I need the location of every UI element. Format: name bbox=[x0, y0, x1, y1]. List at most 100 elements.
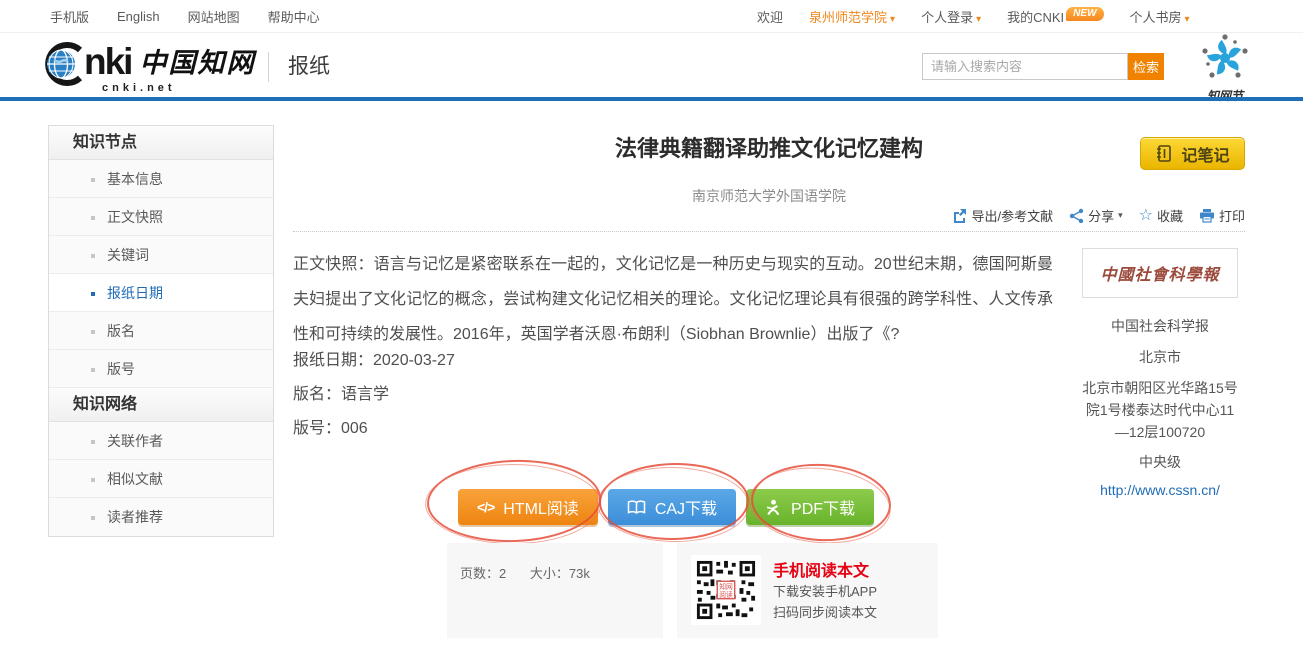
html-read-button[interactable]: </> HTML阅读 bbox=[458, 489, 598, 525]
my-cnki-link[interactable]: 我的CNKINEW bbox=[1007, 7, 1103, 27]
file-info-box: 页数：2 大小：73k bbox=[447, 543, 663, 638]
publication-address: 北京市朝阳区光华路15号院1号楼泰达时代中心11—12层100720 bbox=[1082, 377, 1238, 443]
link-english[interactable]: English bbox=[117, 9, 160, 24]
sidebar-item-label: 相似文献 bbox=[107, 471, 163, 487]
search-input[interactable] bbox=[922, 53, 1128, 80]
topbar-left-links: 手机版 English 网站地图 帮助中心 bbox=[50, 0, 320, 33]
publication-level: 中央级 bbox=[1082, 452, 1238, 472]
chevron-down-icon: ▾ bbox=[1118, 210, 1123, 221]
printer-icon bbox=[1199, 208, 1215, 223]
sidebar-item-basic-info[interactable]: 基本信息 bbox=[49, 160, 273, 198]
sidebar-item-similar-documents[interactable]: 相似文献 bbox=[49, 460, 273, 498]
topbar-right-links: 欢迎 泉州师范学院▾ 个人登录▾ 我的CNKINEW 个人书房▾ bbox=[757, 0, 1190, 33]
header-search: 检索 bbox=[922, 53, 1164, 80]
institution-name: 泉州师范学院 bbox=[809, 10, 887, 25]
bullet-icon bbox=[91, 178, 95, 182]
article-meta: 报纸日期：2020-03-27 版名：语言学 版号：006 bbox=[293, 344, 455, 446]
sidebar-item-label: 版号 bbox=[107, 361, 135, 377]
bullet-icon bbox=[91, 216, 95, 220]
zhiwangjie-logo[interactable]: 知网节 bbox=[1196, 34, 1254, 104]
sidebar-item-label: 关联作者 bbox=[107, 433, 163, 449]
export-label: 导出/参考文献 bbox=[971, 206, 1053, 225]
sidebar-section-knowledge-node: 知识节点 bbox=[49, 126, 273, 160]
caj-download-button[interactable]: CAJ下载 bbox=[608, 489, 736, 525]
code-icon: </> bbox=[477, 499, 494, 515]
article-title: 法律典籍翻译助推文化记忆建构 bbox=[293, 131, 1245, 163]
mobile-read-box: 知网 阅读 手机阅读本文 下载安装手机APP 扫码同步阅读本文 bbox=[677, 543, 938, 638]
share-button[interactable]: 分享 ▾ bbox=[1069, 206, 1123, 225]
sidebar-navigation: 知识节点 基本信息 正文快照 关键词 报纸日期 版名 版号 知识网络 关联作者 … bbox=[48, 125, 274, 537]
publication-website-link[interactable]: http://www.cssn.cn/ bbox=[1082, 482, 1238, 498]
chevron-down-icon: ▾ bbox=[976, 14, 981, 25]
download-actions: </> HTML阅读 CAJ下载 PDF下载 bbox=[458, 489, 874, 525]
zhiwangjie-label: 知网节 bbox=[1196, 87, 1254, 104]
personal-login-menu[interactable]: 个人登录▾ bbox=[921, 7, 981, 26]
sidebar-item-edition-name[interactable]: 版名 bbox=[49, 312, 273, 350]
personal-library-label: 个人书房 bbox=[1130, 10, 1182, 25]
header-divider bbox=[268, 52, 269, 82]
search-button[interactable]: 检索 bbox=[1128, 53, 1164, 80]
sidebar-item-reader-recommendation[interactable]: 读者推荐 bbox=[49, 498, 273, 536]
publication-name: 中国社会科学报 bbox=[1082, 316, 1238, 336]
bullet-icon bbox=[91, 440, 95, 444]
qr-code: 知网 阅读 bbox=[691, 555, 761, 625]
publication-info-column: 中國社會科學報 中国社会科学报 北京市 北京市朝阳区光华路15号院1号楼泰达时代… bbox=[1082, 248, 1238, 498]
caj-download-label: CAJ下载 bbox=[655, 495, 717, 519]
pdf-person-icon bbox=[765, 499, 782, 516]
cnki-newspaper-detail-page: 手机版 English 网站地图 帮助中心 欢迎 泉州师范学院▾ 个人登录▾ 我… bbox=[0, 0, 1303, 660]
pinwheel-icon bbox=[1199, 34, 1251, 84]
logo-nki-text: nki bbox=[84, 42, 131, 82]
link-mobile-version[interactable]: 手机版 bbox=[50, 7, 89, 26]
sidebar-item-edition-number[interactable]: 版号 bbox=[49, 350, 273, 388]
bullet-icon bbox=[91, 478, 95, 482]
bullet-icon bbox=[91, 368, 95, 372]
sidebar-item-keywords[interactable]: 关键词 bbox=[49, 236, 273, 274]
mobile-read-line2: 扫码同步阅读本文 bbox=[773, 602, 877, 623]
new-badge: NEW bbox=[1066, 7, 1103, 21]
personal-library-menu[interactable]: 个人书房▾ bbox=[1130, 7, 1190, 26]
mobile-read-title: 手机阅读本文 bbox=[773, 557, 877, 581]
html-read-label: HTML阅读 bbox=[503, 495, 579, 519]
favorite-button[interactable]: ☆ 收藏 bbox=[1139, 206, 1183, 225]
sidebar-item-label: 报纸日期 bbox=[107, 285, 163, 301]
sidebar-item-newspaper-date[interactable]: 报纸日期 bbox=[49, 274, 273, 312]
page-count: 页数：2 bbox=[460, 566, 506, 581]
bullet-icon bbox=[91, 330, 95, 334]
article-toolbar: 导出/参考文献 分享 ▾ ☆ 收藏 打印 bbox=[293, 206, 1245, 225]
chevron-down-icon: ▾ bbox=[1185, 14, 1190, 25]
sidebar-item-text-snapshot[interactable]: 正文快照 bbox=[49, 198, 273, 236]
take-notes-button[interactable]: 记笔记 bbox=[1140, 137, 1245, 170]
pdf-download-label: PDF下载 bbox=[791, 495, 855, 519]
qr-stamp-text: 知网 bbox=[719, 582, 733, 591]
sidebar-section-knowledge-network: 知识网络 bbox=[49, 388, 273, 422]
sidebar-item-related-authors[interactable]: 关联作者 bbox=[49, 422, 273, 460]
meta-edition-name: 版名：语言学 bbox=[293, 378, 455, 412]
cnki-logo[interactable]: nki 中国知网 cnki.net bbox=[40, 42, 255, 86]
site-header: nki 中国知网 cnki.net 报纸 检索 bbox=[0, 34, 1303, 97]
qr-stamp-text: 阅读 bbox=[719, 590, 733, 599]
export-references-button[interactable]: 导出/参考文献 bbox=[952, 206, 1053, 225]
institution-menu[interactable]: 泉州师范学院▾ bbox=[809, 7, 895, 26]
header-accent-bar bbox=[0, 97, 1303, 101]
mobile-read-line1: 下载安装手机APP bbox=[773, 581, 877, 602]
link-sitemap[interactable]: 网站地图 bbox=[188, 7, 240, 26]
pdf-download-button[interactable]: PDF下载 bbox=[746, 489, 874, 525]
mobile-read-text: 手机阅读本文 下载安装手机APP 扫码同步阅读本文 bbox=[773, 543, 877, 638]
publication-logo[interactable]: 中國社會科學報 bbox=[1082, 248, 1238, 298]
toolbar-separator bbox=[293, 231, 1245, 232]
bullet-icon bbox=[91, 254, 95, 258]
my-cnki-label: 我的CNKI bbox=[1007, 10, 1064, 25]
link-help-center[interactable]: 帮助中心 bbox=[268, 7, 320, 26]
meta-edition-number: 版号：006 bbox=[293, 412, 455, 446]
text-snapshot-paragraph: 正文快照：语言与记忆是紧密联系在一起的，文化记忆是一种历史与现实的互动。20世纪… bbox=[293, 247, 1053, 352]
share-label: 分享 bbox=[1088, 206, 1114, 225]
print-button[interactable]: 打印 bbox=[1199, 206, 1245, 225]
book-icon bbox=[627, 500, 646, 515]
export-icon bbox=[952, 208, 967, 223]
sidebar-item-label: 基本信息 bbox=[107, 171, 163, 187]
bullet-icon bbox=[91, 292, 95, 296]
share-icon bbox=[1069, 208, 1084, 223]
article-affiliation: 南京师范大学外国语学院 bbox=[293, 186, 1245, 206]
qr-code-icon: 知网 阅读 bbox=[695, 559, 757, 621]
favorite-label: 收藏 bbox=[1157, 206, 1183, 225]
